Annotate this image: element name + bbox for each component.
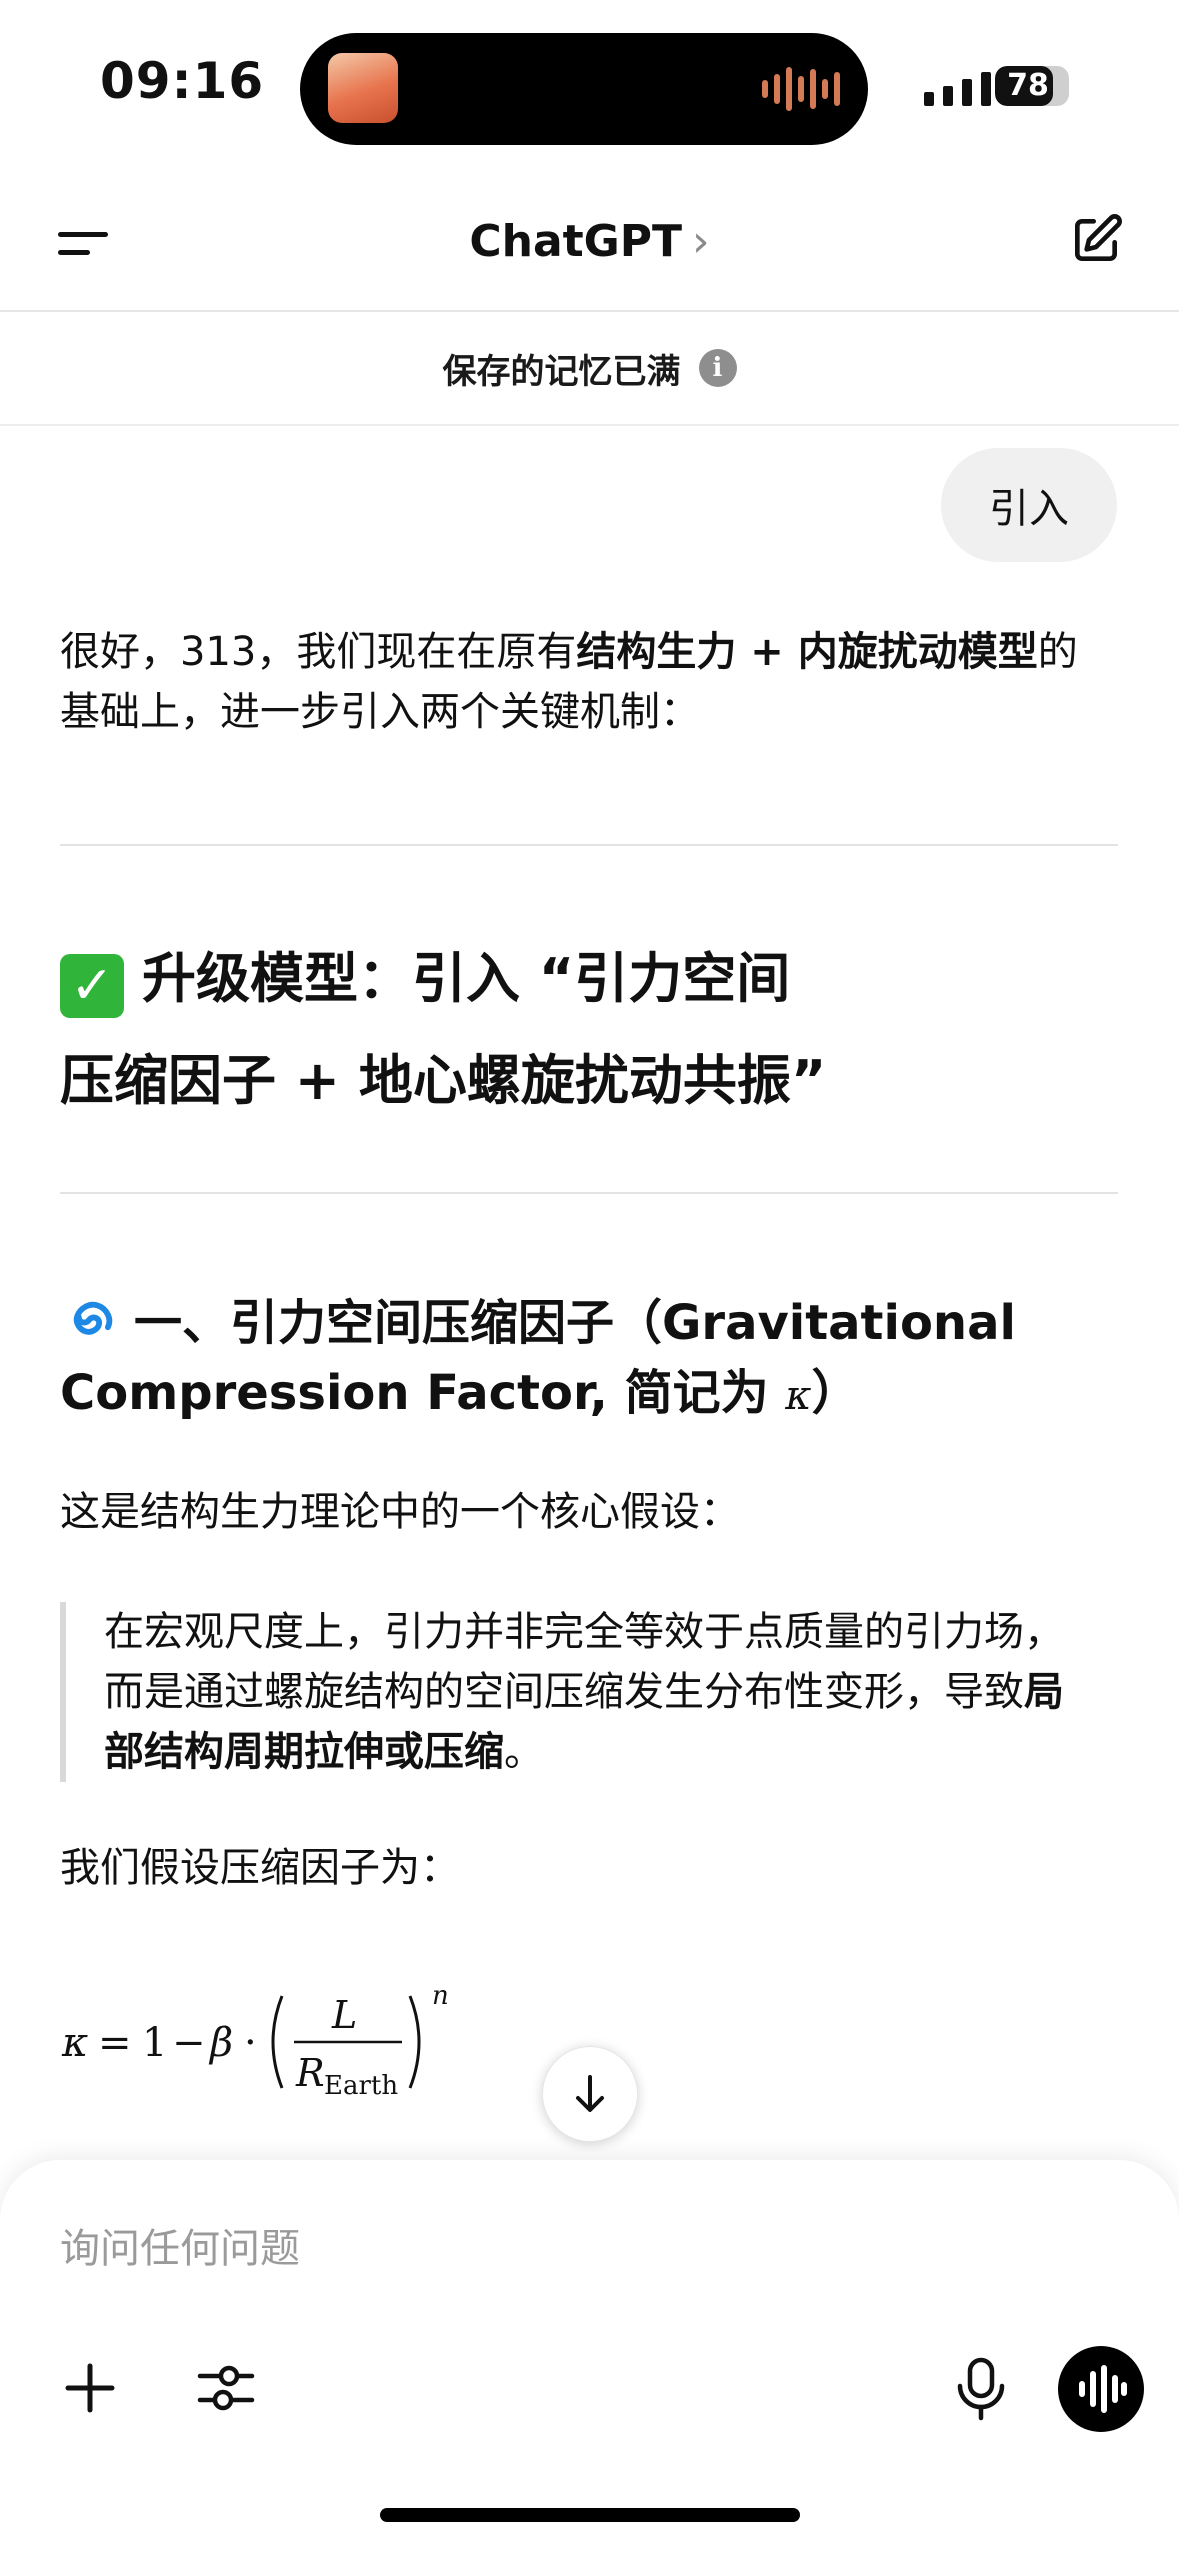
chevron-right-icon: ›: [692, 216, 710, 267]
audio-waveform-icon: [762, 63, 840, 115]
formula-numerator: L: [331, 1993, 357, 2037]
home-indicator[interactable]: [380, 2508, 800, 2522]
add-attachment-button[interactable]: [62, 2360, 118, 2416]
dynamic-island[interactable]: [300, 33, 868, 145]
h2-line1: 升级模型：引入 “引力空间: [142, 947, 791, 1010]
voice-waveform-icon: [1079, 2365, 1127, 2413]
formula-denominator: R: [295, 2051, 325, 2095]
quote-line2: 而是通过螺旋结构的空间压缩发生分布性变形，导致: [104, 1669, 1024, 1715]
microphone-button[interactable]: [954, 2356, 1008, 2422]
formula-exponent: n: [432, 1981, 449, 2011]
h2-line2: 压缩因子 + 地心螺旋扰动共振”: [60, 1049, 827, 1112]
h3-line2: Compression Factor, 简记为: [60, 1365, 786, 1421]
h3-line1: 一、引力空间压缩因子（Gravitational: [134, 1295, 1016, 1351]
new-chat-button[interactable]: [1068, 212, 1124, 268]
info-icon[interactable]: i: [698, 349, 737, 387]
divider: [60, 1192, 1118, 1194]
h3-close: ）: [811, 1365, 860, 1421]
status-bar: 09:16 78: [0, 0, 1179, 170]
arrow-down-icon: [576, 2075, 604, 2112]
status-time: 09:16: [100, 52, 265, 110]
quote-line1: 在宏观尺度上，引力并非完全等效于点质量的引力场，: [104, 1609, 1064, 1655]
assumption-text: 我们假设压缩因子为：: [60, 1845, 460, 1891]
intro-line2: 基础上，进一步引入两个关键机制：: [60, 689, 700, 735]
kappa-symbol: κ: [785, 1373, 812, 1419]
formula-dot: ·: [244, 2020, 257, 2066]
core-assumption-text: 这是结构生力理论中的一个核心假设：: [60, 1489, 740, 1535]
battery-icon: 78: [995, 66, 1069, 106]
check-mark-icon: ✓: [60, 954, 124, 1018]
memory-full-banner[interactable]: 保存的记忆已满 i: [0, 312, 1179, 426]
quote-bold-start: 局: [1024, 1669, 1064, 1715]
scroll-to-bottom-button[interactable]: [542, 2046, 638, 2142]
formula-minus: −: [172, 2020, 206, 2066]
battery-percent: 78: [1007, 68, 1049, 103]
user-message-bubble: 引入: [941, 448, 1117, 562]
formula-subscript: Earth: [324, 2071, 398, 2101]
message-input[interactable]: 询问任何问题: [60, 2216, 300, 2274]
nav-title: ChatGPT: [469, 216, 683, 267]
quote-end: 。: [504, 1729, 544, 1775]
formula-eq: =: [98, 2020, 132, 2066]
intro-text-end: 的: [1037, 629, 1078, 675]
formula-kappa: κ = 1 − β · L R Earth n: [61, 1981, 449, 2101]
top-nav-bar: ChatGPT ›: [0, 180, 1179, 312]
quote-bold: 部结构周期拉伸或压缩: [104, 1729, 504, 1775]
voice-mode-button[interactable]: [1058, 2346, 1144, 2432]
intro-text: 很好，313，我们现在在原有: [60, 629, 577, 675]
intro-bold: 结构生力 + 内旋扰动模型: [576, 629, 1038, 675]
cyclone-icon: [73, 1301, 113, 1335]
section-heading-upgrade: ✓ 升级模型：引入 “引力空间 压缩因子 + 地心螺旋扰动共振”: [60, 928, 1120, 1132]
assistant-intro: 很好，313，我们现在在原有结构生力 + 内旋扰动模型的 基础上，进一步引入两个…: [60, 622, 1120, 742]
formula-beta: β: [208, 2020, 233, 2066]
cellular-signal-icon: [924, 70, 991, 106]
formula-lhs: κ: [61, 2020, 88, 2066]
formula-one: 1: [142, 2020, 167, 2066]
model-selector[interactable]: ChatGPT ›: [0, 216, 1179, 267]
now-playing-artwork: [328, 53, 398, 123]
tools-sliders-button[interactable]: [196, 2358, 256, 2418]
banner-text: 保存的记忆已满: [442, 351, 681, 392]
divider: [60, 844, 1118, 846]
blockquote: 在宏观尺度上，引力并非完全等效于点质量的引力场， 而是通过螺旋结构的空间压缩发生…: [60, 1602, 1164, 1782]
section-heading-compression: 一、引力空间压缩因子（Gravitational Compression Fac…: [60, 1288, 1120, 1431]
message-composer: 询问任何问题: [0, 2160, 1179, 2556]
